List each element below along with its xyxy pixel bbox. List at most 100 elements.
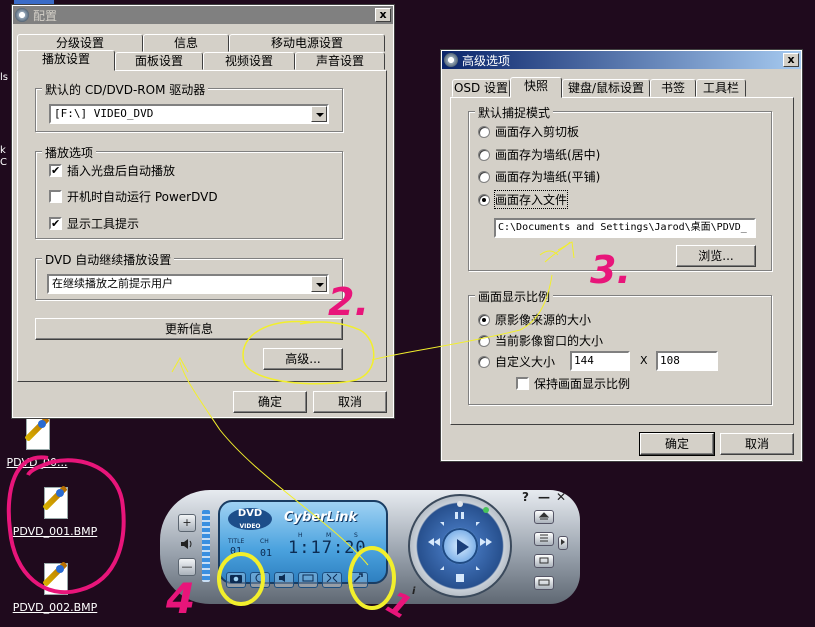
repeat-button[interactable] <box>534 554 554 568</box>
capture-wallpaper-center-radio[interactable]: 画面存为墙纸(居中) <box>478 146 600 163</box>
capture-path-field[interactable]: C:\Documents and Settings\Jarod\桌面\PDVD_ <box>494 218 756 238</box>
tab-video[interactable]: 视频设置 <box>203 52 295 70</box>
tooltips-checkbox[interactable]: ✔ 显示工具提示 <box>49 215 139 232</box>
checkbox-box[interactable] <box>49 190 62 203</box>
checkbox-label: 插入光盘后自动播放 <box>67 164 176 178</box>
tab-panel[interactable]: 面板设置 <box>115 52 203 70</box>
menu-icon <box>540 534 548 542</box>
tab-info[interactable]: 信息 <box>143 34 229 52</box>
eject-tray-button[interactable] <box>534 576 554 590</box>
audio-button[interactable] <box>274 572 294 588</box>
fullscreen-icon <box>326 573 338 583</box>
resume-select-value: 在继续播放之前提示用户 <box>52 277 173 290</box>
player-lcd: DVD VIDEO CyberLink TITLE CH H M S 01 01… <box>218 500 388 588</box>
tab-osd[interactable]: OSD 设置 <box>452 79 510 97</box>
radio-dot[interactable] <box>478 193 490 206</box>
tab-playback[interactable]: 播放设置 <box>17 50 115 71</box>
resume-select[interactable]: 在继续播放之前提示用户 <box>47 274 329 294</box>
fullscreen-button[interactable] <box>322 572 342 588</box>
speaker-icon <box>180 538 194 550</box>
radio-dot[interactable] <box>478 170 490 183</box>
disc-icon <box>444 53 458 67</box>
tab-audio[interactable]: 声音设置 <box>295 52 385 70</box>
bmp-file-icon <box>38 485 72 523</box>
close-button[interactable]: x <box>783 53 799 67</box>
tab-toolbar[interactable]: 工具栏 <box>696 79 746 97</box>
snapshot-button[interactable] <box>226 572 246 588</box>
capture-mode-label: 默认捕捉模式 <box>475 104 554 121</box>
drive-select[interactable]: [F:\] VIDEO_DVD <box>49 104 329 124</box>
ratio-source-radio[interactable]: 原影像来源的大小 <box>478 311 591 328</box>
desktop-icon-pdvd-002[interactable]: PDVD_002.BMP <box>10 561 100 614</box>
close-button[interactable]: x <box>375 8 391 22</box>
tab-snapshot[interactable]: 快照 <box>510 77 562 98</box>
desktop-edge-text: k <box>0 145 6 156</box>
close-button[interactable]: ✕ <box>556 490 566 504</box>
custom-height-field[interactable]: 108 <box>656 351 718 371</box>
brand-label: CyberLink <box>284 510 358 525</box>
annotation-number-4: 4 <box>166 574 196 623</box>
subtitle-icon <box>302 574 314 582</box>
desktop-icon-pdvd-001[interactable]: PDVD_001.BMP <box>10 485 100 538</box>
autostart-checkbox[interactable]: 开机时自动运行 PowerDVD <box>49 188 218 205</box>
lcd-time: 1:17:20 <box>288 538 367 558</box>
lcd-title-number: 01 <box>230 546 243 557</box>
capture-clipboard-radio[interactable]: 画面存入剪切板 <box>478 123 579 140</box>
browse-button[interactable]: 浏览... <box>676 245 756 267</box>
eject-button[interactable] <box>534 510 554 524</box>
desktop-icon-pdvd-000[interactable]: PDVD_00... <box>0 416 82 469</box>
dvd-logo: DVD VIDEO <box>228 508 272 530</box>
radio-dot[interactable] <box>478 313 490 326</box>
radio-label: 原影像来源的大小 <box>495 313 592 327</box>
ok-button[interactable]: 确定 <box>639 432 715 456</box>
cancel-button[interactable]: 取消 <box>313 391 387 413</box>
radio-label: 画面存入剪切板 <box>495 125 580 139</box>
powerdvd-player: + — DVD VIDEO CyberLink TITLE CH H M S 0… <box>160 488 580 608</box>
ok-button[interactable]: 确定 <box>233 391 307 413</box>
update-info-button[interactable]: 更新信息 <box>35 318 343 340</box>
capture-wallpaper-tile-radio[interactable]: 画面存为墙纸(平铺) <box>478 168 600 185</box>
tab-bookmark[interactable]: 书签 <box>650 79 696 97</box>
frame-icon <box>255 573 265 583</box>
checkbox-box[interactable]: ✔ <box>49 217 62 230</box>
radio-dot[interactable] <box>478 125 490 138</box>
help-button[interactable]: ? <box>522 490 529 504</box>
keep-ratio-checkbox[interactable]: 保持画面显示比例 <box>516 375 630 392</box>
custom-width-field[interactable]: 144 <box>570 351 630 371</box>
wrench-icon <box>353 573 363 583</box>
chevron-down-icon[interactable] <box>311 106 327 122</box>
annotation-number-3: 3. <box>590 248 631 292</box>
expand-button[interactable] <box>558 536 568 550</box>
config-titlebar[interactable]: 配置 x <box>13 6 393 24</box>
cancel-button[interactable]: 取消 <box>720 433 794 455</box>
subtitle-button[interactable] <box>298 572 318 588</box>
drive-select-value: [F:\] VIDEO_DVD <box>54 107 154 120</box>
ratio-custom-radio[interactable]: 自定义大小 <box>478 353 555 370</box>
minimize-button[interactable]: — <box>538 490 550 504</box>
tab-power[interactable]: 移动电源设置 <box>229 34 385 52</box>
radio-dot[interactable] <box>478 148 490 161</box>
radio-dot[interactable] <box>478 355 490 368</box>
chevron-right-icon <box>561 539 565 545</box>
volume-level-bar[interactable] <box>202 510 210 582</box>
checkbox-label: 显示工具提示 <box>67 217 140 231</box>
ratio-window-radio[interactable]: 当前影像窗口的大小 <box>478 332 603 349</box>
tab-keyboard-mouse[interactable]: 键盘/鼠标设置 <box>562 79 650 97</box>
radio-label: 画面存为墙纸(居中) <box>495 148 601 162</box>
radio-dot[interactable] <box>478 334 490 347</box>
video-logo-text: VIDEO <box>239 523 261 530</box>
menu-button[interactable] <box>534 532 554 546</box>
capture-file-radio[interactable]: 画面存入文件 <box>478 190 569 209</box>
capture-frame-button[interactable] <box>250 572 270 588</box>
config-button[interactable] <box>348 572 368 588</box>
autoplay-checkbox[interactable]: ✔ 插入光盘后自动播放 <box>49 162 175 179</box>
ratio-group-label: 画面显示比例 <box>475 288 554 305</box>
chevron-down-icon[interactable] <box>311 276 327 292</box>
volume-up-button[interactable]: + <box>178 514 196 532</box>
advanced-button[interactable]: 高级... <box>263 348 343 370</box>
advanced-titlebar[interactable]: 高级选项 x <box>442 51 801 69</box>
checkbox-box[interactable] <box>516 377 529 390</box>
checkbox-box[interactable]: ✔ <box>49 164 62 177</box>
lcd-chapter-label: CH <box>260 538 269 545</box>
wheel-glyphs <box>428 501 492 582</box>
